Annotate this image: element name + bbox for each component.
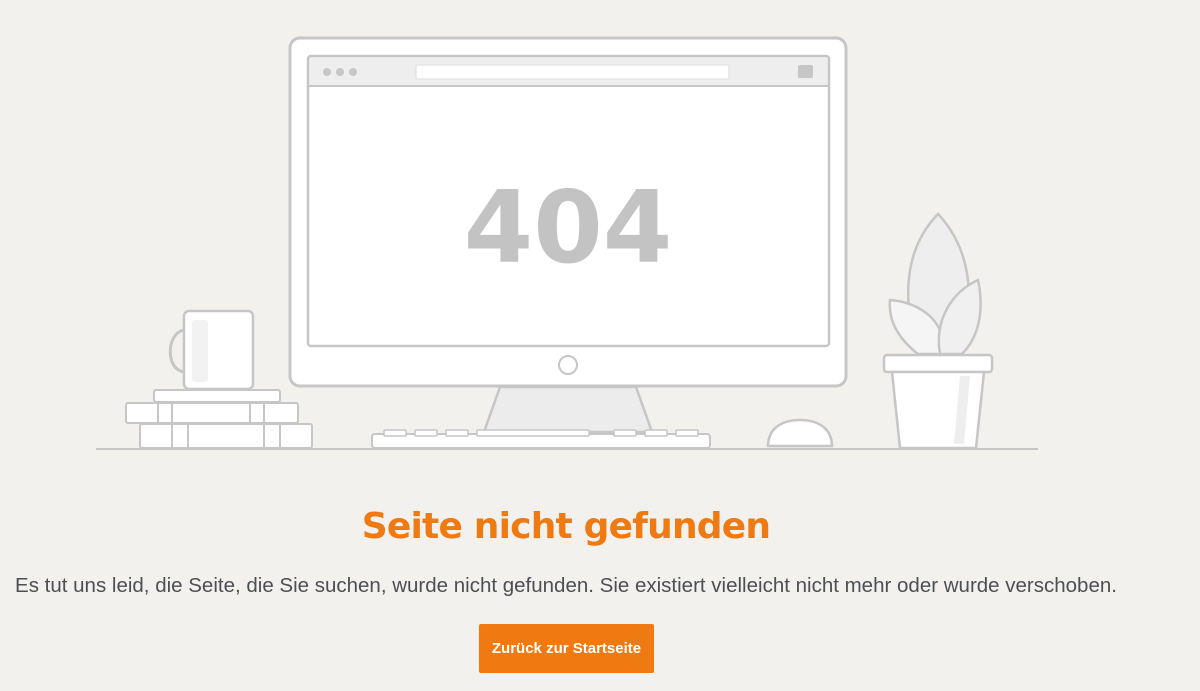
desk-illustration: 404 xyxy=(96,36,1038,450)
book-stack-icon xyxy=(125,389,313,449)
plant-icon xyxy=(882,212,994,450)
back-to-home-button[interactable]: Zurück zur Startseite xyxy=(479,624,654,673)
mouse-icon xyxy=(766,418,834,448)
page-title: Seite nicht gefunden xyxy=(361,506,771,547)
keyboard-icon xyxy=(371,429,711,449)
error-code: 404 xyxy=(464,169,673,286)
coffee-mug-icon xyxy=(168,309,255,391)
error-page: 404 Seite nicht gefunden Es tut uns leid… xyxy=(0,0,1200,691)
error-message: Es tut uns leid, die Seite, die Sie such… xyxy=(15,574,1117,597)
monitor-icon: 404 xyxy=(288,36,848,388)
monitor-stand-icon xyxy=(482,385,654,434)
